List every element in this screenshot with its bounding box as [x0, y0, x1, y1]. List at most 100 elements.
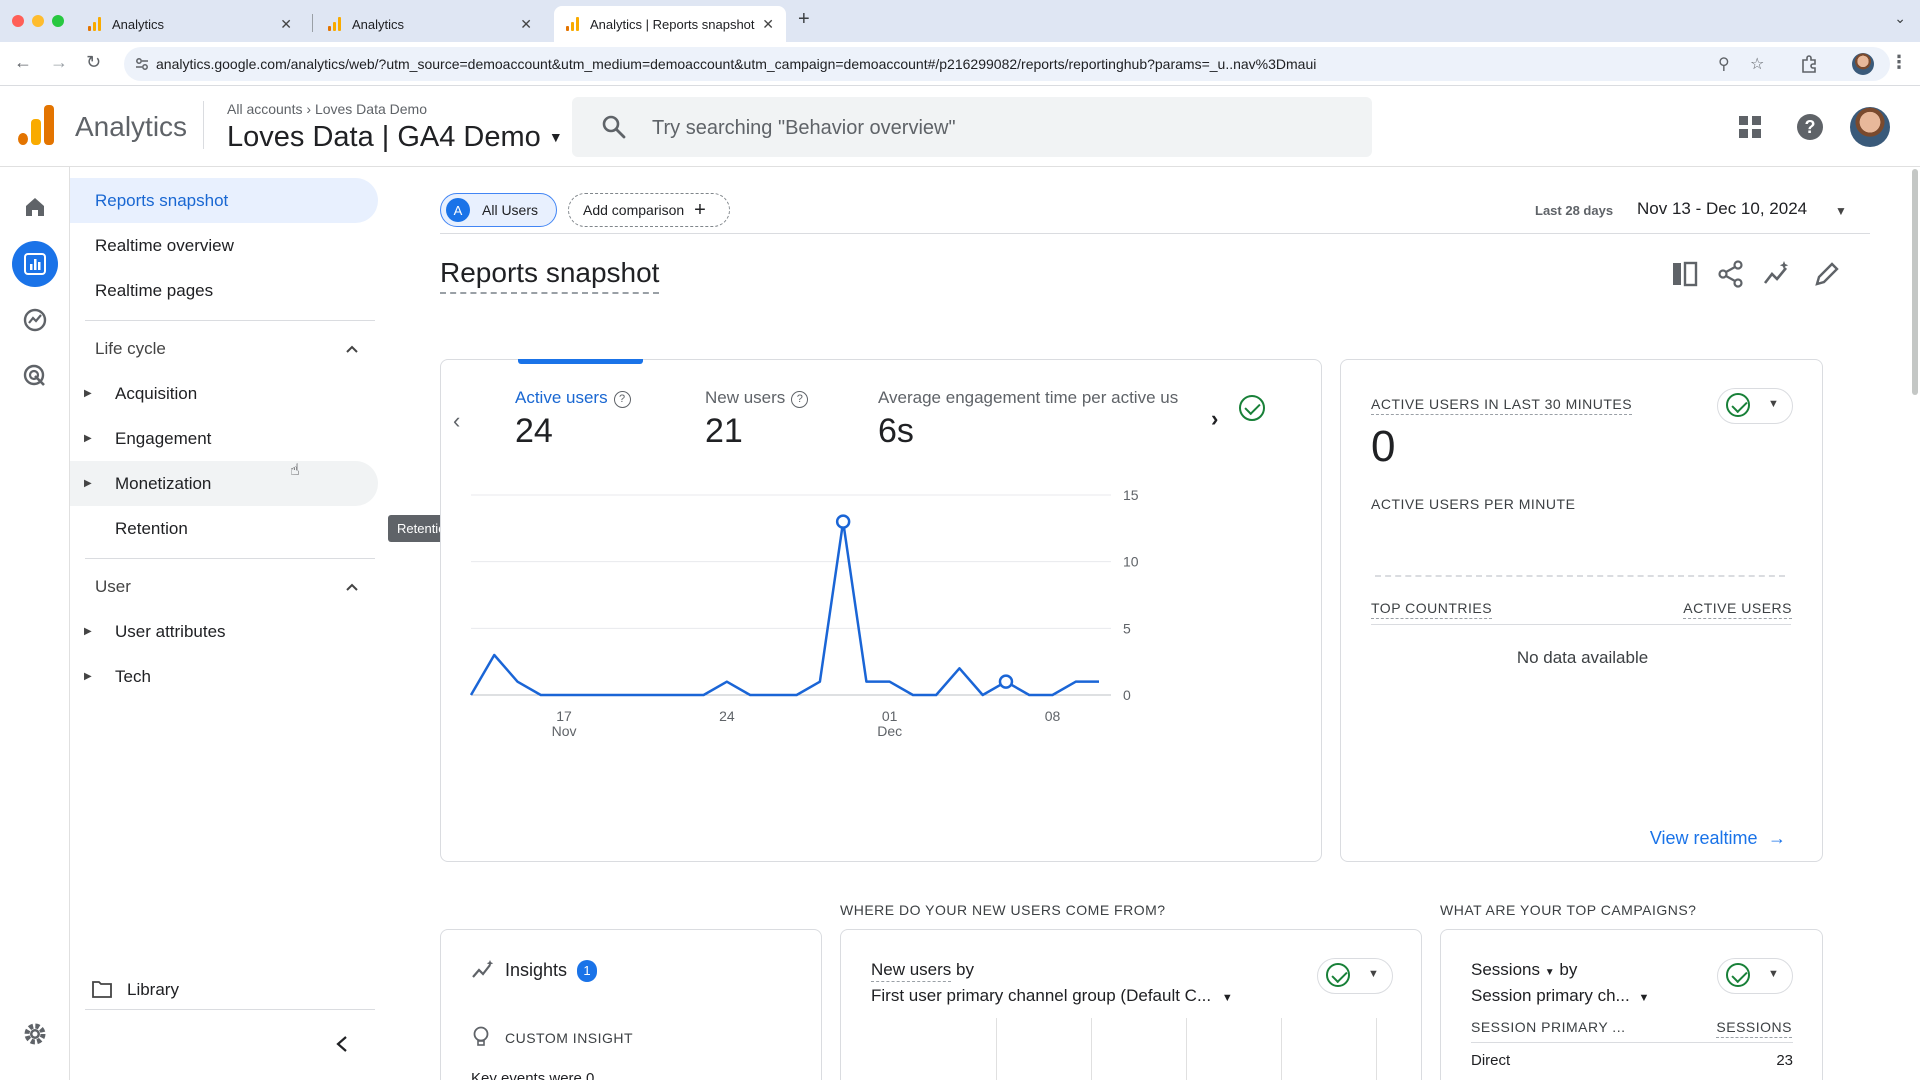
nav-library[interactable]: Library — [70, 967, 378, 1012]
data-quality-check-icon[interactable] — [1239, 395, 1265, 421]
help-circle-icon[interactable]: ? — [613, 391, 631, 408]
chevron-right-icon[interactable]: › — [1211, 406, 1218, 432]
breadcrumb[interactable]: All accounts › Loves Data Demo — [227, 101, 427, 117]
bookmark-star-icon[interactable]: ☆ — [1750, 54, 1764, 74]
chevron-up-icon — [346, 345, 358, 353]
new-tab-plus-icon[interactable]: + — [798, 8, 810, 31]
session-dimension-selector[interactable]: Session primary ch... ▼ — [1471, 986, 1649, 1006]
analytics-logo-icon[interactable] — [18, 105, 54, 145]
nav-engagement[interactable]: ▶ Engagement — [70, 416, 378, 461]
comparison-letter-badge: A — [446, 198, 470, 222]
metric-name: Sessions — [1471, 960, 1540, 979]
new-users-dimension-selector[interactable]: First user primary channel group (Defaul… — [871, 986, 1233, 1006]
metric-tab-avg-engagement[interactable]: Average engagement time per active us 6s — [878, 388, 1208, 451]
ga-header: Analytics All accounts › Loves Data Demo… — [0, 87, 1920, 167]
profile-avatar-small[interactable] — [1852, 53, 1874, 75]
nav-reports-snapshot[interactable]: Reports snapshot — [70, 178, 378, 223]
chevron-left-icon[interactable]: ‹ — [453, 408, 460, 434]
apps-grid-icon[interactable] — [1738, 115, 1762, 139]
y-tick-label: 5 — [1123, 620, 1131, 636]
site-info-icon[interactable] — [134, 56, 150, 72]
nav-label: Realtime overview — [95, 235, 234, 255]
reports-sidebar: Reports snapshot Realtime overview Realt… — [70, 167, 380, 1080]
breadcrumb-account: Loves Data Demo — [314, 101, 427, 117]
rail-advertising[interactable] — [12, 353, 58, 399]
reload-icon[interactable]: ↻ — [86, 52, 101, 73]
nav-realtime-overview[interactable]: Realtime overview — [70, 223, 378, 268]
campaigns-options-dropdown[interactable]: ▼ — [1717, 958, 1793, 994]
nav-user-attributes[interactable]: ▶ User attributes — [70, 609, 378, 654]
per-minute-empty-baseline — [1375, 575, 1785, 577]
tab-close-icon[interactable]: ✕ — [520, 16, 532, 33]
metric-label: New users — [705, 388, 786, 407]
app-name[interactable]: Analytics — [75, 111, 187, 143]
collapse-sidebar-chevron-icon[interactable] — [334, 1035, 350, 1053]
realtime-options-dropdown[interactable]: ▼ — [1717, 388, 1793, 424]
property-selector[interactable]: Loves Data | GA4 Demo ▼ — [227, 121, 563, 154]
zoom-magnifier-icon[interactable]: ⚲ — [1718, 54, 1730, 74]
nav-monetization[interactable]: ▶ Monetization — [70, 461, 378, 506]
lifecycle-title: Life cycle — [95, 339, 166, 358]
no-data-text: No data available — [1516, 648, 1649, 667]
bar-gridline — [1186, 1018, 1187, 1080]
date-dropdown-icon[interactable]: ▼ — [1835, 204, 1847, 218]
share-icon[interactable] — [1716, 259, 1746, 289]
svg-text:?: ? — [1805, 117, 1816, 137]
sessions-metric-selector[interactable]: Sessions ▼ by — [1471, 960, 1577, 980]
rail-home[interactable] — [12, 184, 58, 230]
date-range-picker[interactable]: Nov 13 - Dec 10, 2024 — [1637, 199, 1807, 219]
page-title: Reports snapshot — [440, 257, 660, 294]
view-realtime-link[interactable]: View realtime → — [1650, 828, 1786, 849]
nav-realtime-pages[interactable]: Realtime pages — [70, 268, 378, 313]
new-users-options-dropdown[interactable]: ▼ — [1317, 958, 1393, 994]
window-zoom-dot[interactable] — [52, 15, 64, 27]
nav-retention[interactable]: Retention — [70, 506, 378, 551]
window-close-dot[interactable] — [12, 15, 24, 27]
help-icon[interactable]: ? — [1796, 113, 1824, 141]
window-minimize-dot[interactable] — [32, 15, 44, 27]
add-comparison-button[interactable]: Add comparison + — [568, 193, 730, 227]
tab-close-icon[interactable]: ✕ — [762, 16, 774, 33]
analytics-favicon-icon — [566, 17, 580, 31]
analytics-favicon-icon — [88, 17, 102, 31]
selected-tab-indicator — [518, 359, 643, 364]
help-circle-icon[interactable]: ? — [791, 391, 809, 408]
tab-search-chevron-icon[interactable]: ⌄ — [1894, 10, 1906, 27]
dropdown-caret-icon: ▼ — [1368, 968, 1379, 980]
compare-columns-icon[interactable] — [1670, 259, 1700, 289]
rail-explore[interactable] — [12, 297, 58, 343]
nav-tech[interactable]: ▶ Tech — [70, 654, 378, 699]
forward-arrow-icon[interactable]: → — [50, 52, 68, 73]
insight-text: Key events were 0 — [471, 1070, 595, 1080]
metric-value: 21 — [705, 412, 743, 450]
page-scrollbar[interactable] — [1912, 169, 1918, 395]
chip-label: All Users — [482, 202, 539, 218]
table-row[interactable]: Direct 23 — [1471, 1052, 1793, 1069]
browser-tab-2[interactable]: Analytics ✕ — [316, 6, 544, 42]
metric-label: Average engagement time per active us — [878, 388, 1179, 407]
account-avatar[interactable] — [1850, 107, 1890, 147]
rail-admin[interactable] — [12, 1011, 58, 1057]
search-input[interactable]: Try searching "Behavior overview" — [572, 97, 1372, 157]
all-users-chip[interactable]: A All Users — [440, 193, 557, 227]
new-users-metric-selector[interactable]: New users by — [871, 960, 974, 982]
active-users-line-chart: 0 5 10 15 17Nov 24 01Dec 08 — [469, 487, 1139, 739]
edit-pencil-icon[interactable] — [1812, 259, 1842, 289]
extensions-puzzle-icon[interactable] — [1800, 55, 1818, 73]
metric-tab-active-users[interactable]: Active users? 24 — [515, 388, 631, 451]
insights-sparkle-icon[interactable] — [1762, 259, 1792, 289]
session-primary-header: SESSION PRIMARY ... — [1471, 1019, 1626, 1035]
browser-tab-3-active[interactable]: Analytics | Reports snapshot ✕ — [554, 6, 786, 42]
tab-close-icon[interactable]: ✕ — [280, 16, 292, 33]
browser-menu-kebab-icon[interactable]: ⋮ — [1890, 52, 1908, 73]
header-divider — [203, 101, 204, 149]
metric-tab-new-users[interactable]: New users? 21 — [705, 388, 809, 451]
nav-acquisition[interactable]: ▶ Acquisition — [70, 371, 378, 416]
browser-tab-1[interactable]: Analytics ✕ — [76, 6, 304, 42]
explore-icon — [23, 308, 47, 332]
table-divider — [1371, 624, 1791, 625]
link-label: View realtime — [1649, 828, 1758, 848]
url-omnibox[interactable]: analytics.google.com/analytics/web/?utm_… — [124, 47, 1890, 81]
rail-reports[interactable] — [12, 241, 58, 287]
back-arrow-icon[interactable]: ← — [14, 52, 32, 73]
